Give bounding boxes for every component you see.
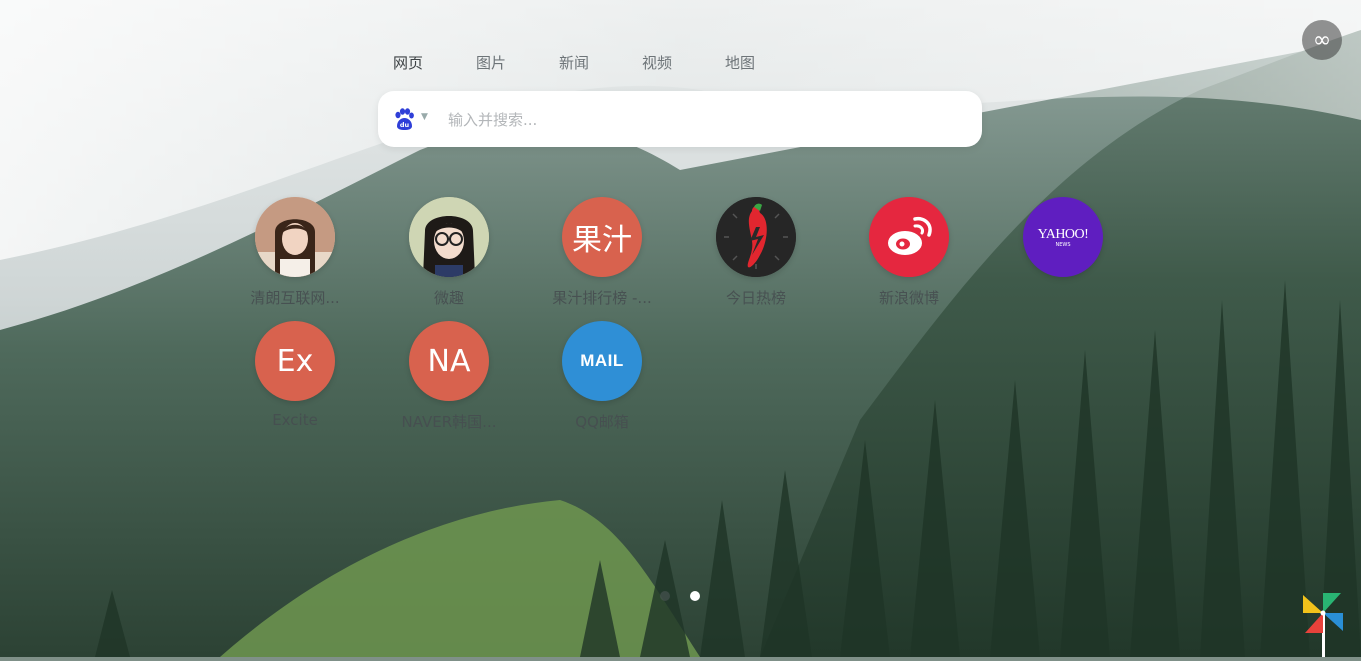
shortcut-guozhi[interactable]: 果汁 果汁排行榜 -... — [542, 197, 662, 308]
tab-webpage[interactable]: 网页 — [393, 52, 423, 73]
avatar-girl-glasses-icon — [409, 197, 489, 277]
shortcut-label: 新浪微博 — [878, 289, 939, 307]
tab-video[interactable]: 视频 — [642, 52, 672, 73]
baidu-paw-icon: du — [395, 108, 414, 130]
guozhi-logo-icon: 果汁 — [562, 197, 642, 277]
infinity-icon[interactable]: ∞ — [1302, 20, 1342, 60]
shortcut-label: NAVER韩国... — [401, 413, 497, 431]
shortcut-label: QQ邮箱 — [575, 413, 629, 431]
pinwheel-icon[interactable] — [1300, 590, 1346, 657]
shortcut-qinglang[interactable]: 清朗互联网... — [235, 197, 355, 308]
search-box: du ▼ — [378, 91, 982, 147]
search-input[interactable] — [446, 105, 960, 135]
shortcut-label: 清朗互联网... — [250, 289, 340, 307]
shortcut-label: 果汁排行榜 -... — [552, 289, 652, 307]
qq-mail-logo-icon: MAIL — [562, 321, 642, 401]
yahoo-news-logo-icon: YAHOO! NEWS — [1023, 197, 1103, 277]
svg-text:du: du — [400, 121, 410, 129]
tab-map[interactable]: 地图 — [725, 52, 755, 73]
shortcut-weibo[interactable]: 新浪微博 — [849, 197, 969, 308]
shortcut-jinrirebang[interactable]: 今日热榜 — [696, 197, 816, 308]
shortcut-label: 今日热榜 — [725, 289, 786, 307]
tab-images[interactable]: 图片 — [476, 52, 506, 73]
chili-pepper-icon — [716, 197, 796, 277]
weibo-icon — [869, 197, 949, 277]
shortcut-naver[interactable]: NA NAVER韩国... — [389, 321, 509, 432]
shortcut-yahoo-news[interactable]: YAHOO! NEWS — [1003, 197, 1123, 287]
shortcut-excite[interactable]: Ex Excite — [235, 321, 355, 429]
page-dot-2-active[interactable] — [690, 591, 700, 601]
naver-logo-icon: NA — [409, 321, 489, 401]
avatar-girl-icon — [255, 197, 335, 277]
shortcut-qqmail[interactable]: MAIL QQ邮箱 — [542, 321, 662, 432]
search-engine-selector[interactable]: du ▼ — [392, 107, 428, 131]
shortcut-weiqu[interactable]: 微趣 — [389, 197, 509, 308]
shortcut-label: 微趣 — [433, 289, 464, 307]
excite-logo-icon: Ex — [255, 321, 335, 401]
tab-news[interactable]: 新闻 — [559, 52, 589, 73]
shortcut-label: Excite — [272, 411, 318, 429]
page-dot-1[interactable] — [660, 591, 670, 601]
chevron-down-icon: ▼ — [421, 112, 428, 122]
